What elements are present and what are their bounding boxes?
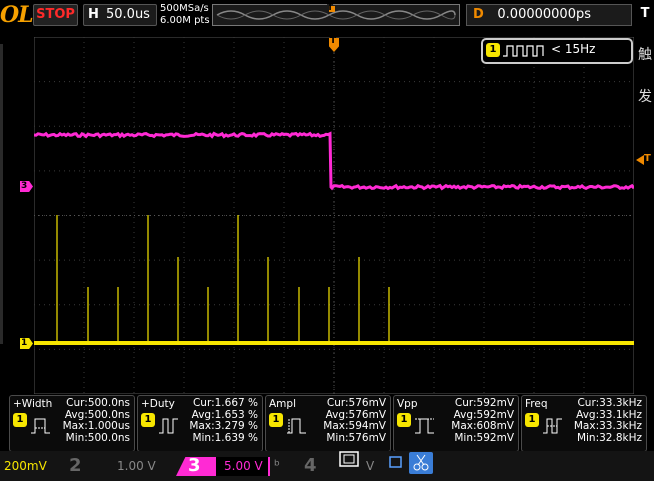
delay-label: D bbox=[473, 7, 484, 22]
meas-title: +Width bbox=[13, 398, 53, 410]
meas-cur: Cur:1.667 % bbox=[192, 397, 258, 409]
meas-min: Min:32.8kHz bbox=[576, 431, 642, 444]
ch2-number: 2 bbox=[69, 455, 82, 476]
timebase-value: 50.0us bbox=[106, 7, 150, 22]
meas-max: Max:33.3kHz bbox=[573, 420, 642, 432]
horizontal-label: H bbox=[88, 7, 99, 22]
memory-depth: 6.00M pts bbox=[160, 15, 210, 26]
delay-value: 0.00000000ps bbox=[497, 7, 591, 22]
trigger-level-arrow-icon bbox=[636, 155, 644, 165]
meas-channel-badge: 1 bbox=[13, 413, 27, 427]
bandwidth-limit-icon: ᵇ bbox=[274, 458, 280, 474]
trigger-menu-char2[interactable]: 发 bbox=[638, 86, 652, 106]
measurement-width[interactable]: +Width 1 Cur:500.0ns Avg:500.0ns Max:1.0… bbox=[9, 395, 135, 452]
meas-title: +Duty bbox=[141, 398, 175, 410]
run-stop-button[interactable]: STOP bbox=[33, 4, 78, 26]
vpp-icon bbox=[415, 418, 434, 434]
meas-title: Vpp bbox=[397, 398, 418, 410]
graticule bbox=[34, 37, 634, 394]
waveform-display[interactable] bbox=[34, 37, 634, 394]
ch3-button[interactable]: 3 5.00 V bbox=[176, 451, 270, 481]
meas-max: Max:1.000us bbox=[62, 420, 130, 432]
duty-icon bbox=[159, 418, 178, 434]
freq-channel-badge: 1 bbox=[486, 43, 500, 57]
measurement-ampl[interactable]: Ampl 1 Cur:576mV Avg:576mV Max:594mV Min… bbox=[265, 395, 391, 452]
meas-min: Min:592mV bbox=[454, 431, 514, 444]
sample-rate: 500MSa/s bbox=[160, 3, 209, 14]
meas-min: Min:576mV bbox=[326, 431, 386, 444]
memory-waveform-icon bbox=[216, 6, 456, 20]
pulse-width-icon bbox=[31, 418, 50, 434]
meas-channel-badge: 1 bbox=[141, 413, 155, 427]
ch2-button[interactable]: 2 1.00 V bbox=[55, 451, 170, 481]
meas-max: Max:608mV bbox=[451, 420, 514, 432]
trigger-delay[interactable]: D 0.00000000ps bbox=[466, 4, 632, 26]
meas-channel-badge: 1 bbox=[525, 413, 539, 427]
meas-min: Min:500.0ns bbox=[65, 431, 130, 444]
acquisition-info: 500MSa/s 6.00M pts bbox=[160, 3, 210, 27]
trigger-level-label: T bbox=[644, 153, 651, 164]
meas-channel-badge: 1 bbox=[269, 413, 283, 427]
usb-icon bbox=[388, 454, 404, 470]
meas-cur: Cur:576mV bbox=[326, 397, 386, 409]
ch4-number: 4 bbox=[304, 455, 317, 476]
memory-position-bar[interactable]: T bbox=[212, 3, 460, 26]
ch1-scale[interactable]: 200mV bbox=[4, 451, 47, 481]
meas-max: Max:3.279 % bbox=[189, 420, 258, 432]
meas-min: Min:1.639 % bbox=[192, 431, 258, 444]
meas-title: Freq bbox=[525, 398, 548, 410]
trigger-menu-char1[interactable]: 触 bbox=[638, 44, 652, 64]
meas-channel-badge: 1 bbox=[397, 413, 411, 427]
trigger-position-letter: T bbox=[330, 36, 337, 46]
freq-counter-value: < 15Hz bbox=[551, 42, 596, 56]
meas-cur: Cur:592mV bbox=[454, 397, 514, 409]
meas-max: Max:594mV bbox=[323, 420, 386, 432]
measurement-duty[interactable]: +Duty 1 Cur:1.667 % Avg:1.653 % Max:3.27… bbox=[137, 395, 263, 452]
scissors-icon[interactable] bbox=[409, 452, 433, 474]
measurement-freq[interactable]: Freq 1 Cur:33.3kHz Avg:33.1kHz Max:33.3k… bbox=[521, 395, 647, 452]
amplitude-icon bbox=[287, 418, 306, 434]
trig-position-marker: T bbox=[327, 3, 334, 13]
ch1-offset-marker[interactable]: 1 bbox=[20, 338, 33, 349]
meas-cur: Cur:33.3kHz bbox=[577, 397, 642, 409]
ch3-scale: 5.00 V bbox=[224, 459, 263, 473]
left-edge-panel bbox=[0, 44, 3, 344]
frequency-icon bbox=[543, 418, 562, 434]
measurement-vpp[interactable]: Vpp 1 Cur:592mV Avg:592mV Max:608mV Min:… bbox=[393, 395, 519, 452]
frequency-counter[interactable]: 1 < 15Hz bbox=[481, 38, 633, 64]
horizontal-timebase[interactable]: H 50.0us bbox=[83, 4, 157, 26]
ch3-number: 3 bbox=[188, 455, 201, 476]
ch2-scale: 1.00 V bbox=[117, 459, 156, 473]
ch1-pulse-train bbox=[56, 215, 390, 343]
trigger-menu-button[interactable]: T bbox=[636, 4, 654, 24]
zoom-icon[interactable] bbox=[338, 450, 362, 470]
brand-logo: OL bbox=[0, 2, 34, 28]
meas-title: Ampl bbox=[269, 398, 296, 410]
ch4-scale: V bbox=[366, 459, 375, 473]
meas-cur: Cur:500.0ns bbox=[66, 397, 130, 409]
ch3-offset-marker[interactable]: 3 bbox=[20, 181, 33, 192]
square-wave-icon bbox=[503, 45, 544, 57]
